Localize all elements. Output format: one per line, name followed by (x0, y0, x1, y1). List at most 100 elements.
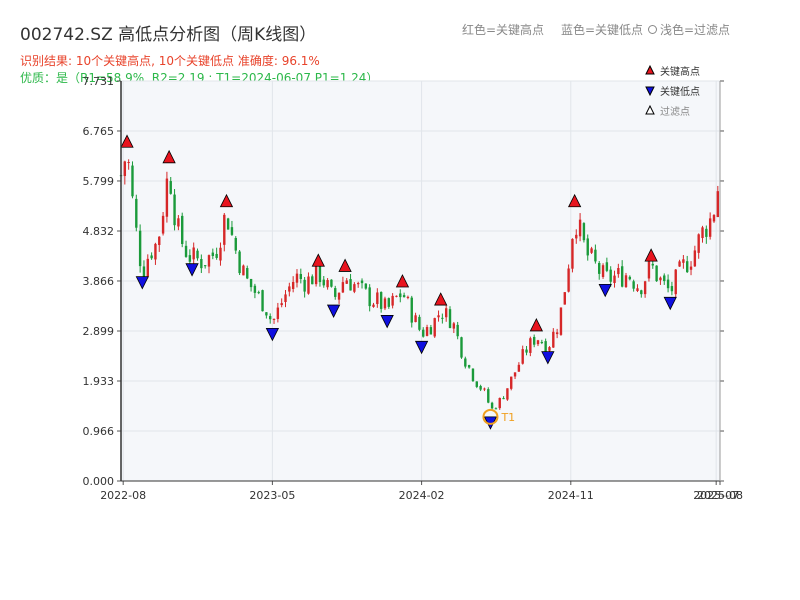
candle-body (345, 280, 348, 284)
candle-body (334, 288, 337, 297)
candle-body (291, 282, 295, 289)
candle-body (158, 236, 161, 246)
candle-body (487, 389, 490, 403)
candle-body (563, 292, 566, 305)
candle-body (142, 266, 146, 277)
candle-body (552, 331, 555, 348)
candle-body (628, 276, 632, 280)
candle-body (410, 297, 413, 323)
candle-body (640, 290, 643, 295)
candle-body (705, 228, 708, 237)
candle-body (575, 234, 578, 239)
candle-body (425, 327, 429, 336)
candle-body (391, 295, 394, 306)
candle-body (402, 295, 406, 298)
candle-body (372, 304, 375, 307)
candle-body (643, 281, 647, 295)
candle-body (429, 327, 433, 335)
y-tick-label: 0.000 (83, 475, 115, 488)
candle-body (693, 250, 697, 267)
candle-body (161, 215, 165, 234)
candle-body (261, 290, 264, 312)
candle-body (510, 376, 513, 389)
x-tick-label: 2024-11 (548, 489, 594, 502)
candle-body (490, 402, 494, 409)
candle-body (536, 340, 540, 345)
candle-body (697, 234, 700, 253)
candle-body (330, 279, 333, 287)
candle-body (716, 191, 720, 218)
candle-body (177, 218, 180, 227)
candle-body (712, 215, 716, 222)
candle-body (368, 287, 371, 307)
candle-body (399, 293, 402, 298)
candle-body (353, 284, 356, 292)
candle-body (257, 292, 260, 294)
candle-body (379, 292, 383, 309)
y-tick-label: 5.799 (83, 175, 115, 188)
t1-label: T1 (500, 411, 515, 424)
candle-body (666, 279, 670, 289)
candle-body (659, 277, 662, 281)
legend-high-icon (645, 64, 655, 75)
legend-filtered-label: 过滤点 (660, 105, 690, 118)
candle-body (203, 265, 207, 267)
candle-body (609, 269, 612, 282)
candle-body (529, 338, 532, 353)
y-tick-label: 7.731 (83, 75, 115, 88)
candle-body (517, 364, 521, 372)
candle-body (605, 262, 609, 271)
candle-body (200, 259, 203, 269)
candle-body (207, 255, 211, 267)
candle-body (414, 315, 417, 323)
candle-body (559, 307, 563, 335)
candle-body (678, 261, 681, 267)
candle-body (456, 324, 459, 337)
candle-body (223, 214, 226, 245)
candle-body (181, 215, 184, 245)
candle-body (494, 408, 498, 410)
candle-body (238, 251, 241, 274)
candle-body (433, 318, 436, 337)
candle-body (686, 261, 689, 273)
x-tick-label: 2022-08 (100, 489, 146, 502)
candle-body (418, 316, 421, 330)
candle-body (242, 265, 245, 276)
candle-body (448, 309, 452, 329)
candle-body (540, 341, 544, 344)
candle-body (467, 365, 471, 368)
candle-body (475, 381, 478, 387)
candle-body (613, 275, 616, 284)
candle-body (571, 238, 574, 269)
candle-body (674, 269, 677, 295)
candle-body (135, 198, 138, 228)
candle-body (360, 280, 364, 284)
candle-body (624, 275, 628, 288)
candle-body (502, 398, 505, 400)
candle-body (441, 317, 444, 319)
candle-body (303, 279, 306, 292)
candle-body (632, 281, 635, 289)
candle-body (383, 298, 387, 309)
candle-body (544, 341, 547, 353)
candle-body (636, 288, 639, 292)
candle-body (230, 227, 234, 235)
candle-body (483, 388, 486, 390)
legend-high-label: 关键高点 (660, 65, 700, 78)
candle-body (234, 237, 237, 251)
candle-body (578, 219, 582, 237)
candle-body (376, 292, 379, 305)
candle-body (288, 286, 291, 292)
candle-body (249, 278, 253, 288)
candle-body (253, 285, 257, 293)
candle-body (555, 332, 559, 335)
candle-body (272, 318, 276, 320)
candle-body (708, 218, 712, 237)
x-tick-label: 2023-05 (249, 489, 295, 502)
candle-body (307, 276, 310, 294)
candle-body (387, 298, 391, 307)
candle-body (471, 368, 475, 381)
candle-body (513, 372, 517, 377)
candle-body (276, 307, 280, 319)
candle-body (598, 262, 601, 274)
